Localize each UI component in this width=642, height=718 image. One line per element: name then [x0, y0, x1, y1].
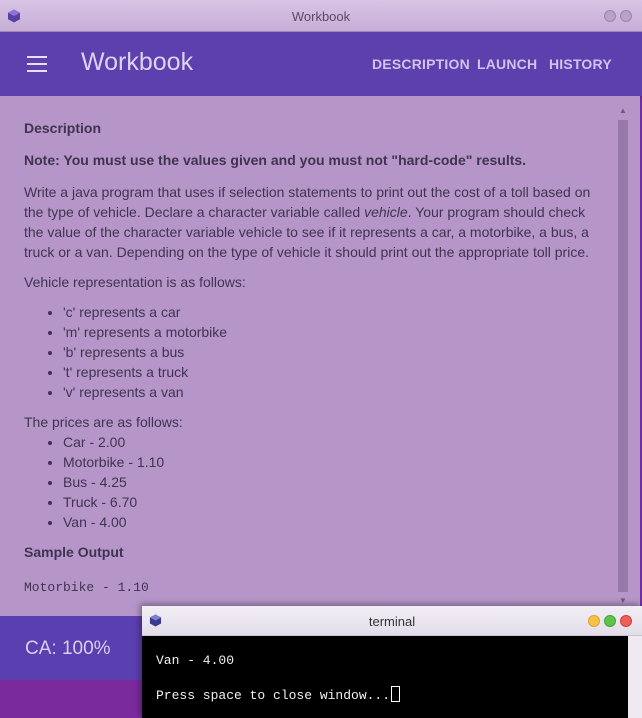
nav-history[interactable]: HISTORY [549, 56, 612, 72]
list-item: 'm' represents a motorbike [63, 322, 594, 342]
scrollbar[interactable]: ▲ ▼ [616, 106, 630, 606]
window-titlebar[interactable]: Workbook [0, 0, 642, 32]
intro-paragraph: Write a java program that uses if select… [24, 182, 594, 262]
text-cursor [391, 686, 401, 702]
ca-score: CA: 100% [25, 638, 111, 659]
terminal-titlebar[interactable]: terminal [142, 606, 642, 636]
list-item: Car - 2.00 [63, 432, 594, 452]
terminal-edge [628, 636, 642, 718]
list-item: Bus - 4.25 [63, 472, 594, 492]
close-button[interactable] [620, 10, 632, 22]
list-item: 't' represents a truck [63, 362, 594, 382]
prices-list: Car - 2.00 Motorbike - 1.10 Bus - 4.25 T… [63, 432, 594, 532]
terminal-title: terminal [368, 614, 416, 629]
window-title: Workbook [291, 9, 351, 24]
scroll-thumb[interactable] [618, 120, 628, 592]
list-item: 'v' represents a van [63, 382, 594, 402]
close-button[interactable] [620, 615, 632, 627]
representation-label: Vehicle representation is as follows: [24, 274, 246, 290]
workbook-window: Workbook Workbook DESCRIPTION LAUNCH HIS… [0, 0, 642, 718]
terminal-output[interactable]: Van - 4.00 Press space to close window..… [142, 636, 628, 718]
terminal-line: Van - 4.00 [156, 653, 235, 668]
nav-launch[interactable]: LAUNCH [477, 56, 537, 72]
list-item: Van - 4.00 [63, 512, 594, 532]
maximize-button[interactable] [604, 615, 616, 627]
scroll-down-arrow-icon[interactable]: ▼ [618, 596, 628, 606]
representation-list: 'c' represents a car 'm' represents a mo… [63, 302, 594, 402]
hamburger-menu-icon[interactable] [27, 56, 47, 72]
description-heading: Description [24, 120, 102, 136]
list-item: 'b' represents a bus [63, 342, 594, 362]
list-item: 'c' represents a car [63, 302, 594, 322]
intro-italic: vehicle [364, 204, 408, 220]
minimize-button[interactable] [588, 615, 600, 627]
list-item: Truck - 6.70 [63, 492, 594, 512]
note-text: Note: You must use the values given and … [24, 152, 527, 168]
terminal-line: Press space to close window... [156, 688, 391, 703]
nav-description[interactable]: DESCRIPTION [372, 56, 470, 72]
sample-output-heading: Sample Output [24, 544, 124, 560]
terminal-window[interactable]: terminal Van - 4.00 Press space to close… [142, 606, 642, 718]
terminal-prompt-line: Press space to close window... [156, 686, 401, 703]
app-bar: Workbook DESCRIPTION LAUNCH HISTORY [0, 32, 642, 96]
app-brand: Workbook [81, 48, 194, 76]
prices-label: The prices are as follows: [24, 414, 183, 430]
minimize-button[interactable] [604, 10, 616, 22]
sample-output: Motorbike - 1.10 [24, 580, 149, 595]
description-text: Description Note: You must use the value… [24, 118, 594, 598]
list-item: Motorbike - 1.10 [63, 452, 594, 472]
scroll-up-arrow-icon[interactable]: ▲ [618, 106, 628, 116]
description-panel: Description Note: You must use the value… [0, 96, 640, 616]
